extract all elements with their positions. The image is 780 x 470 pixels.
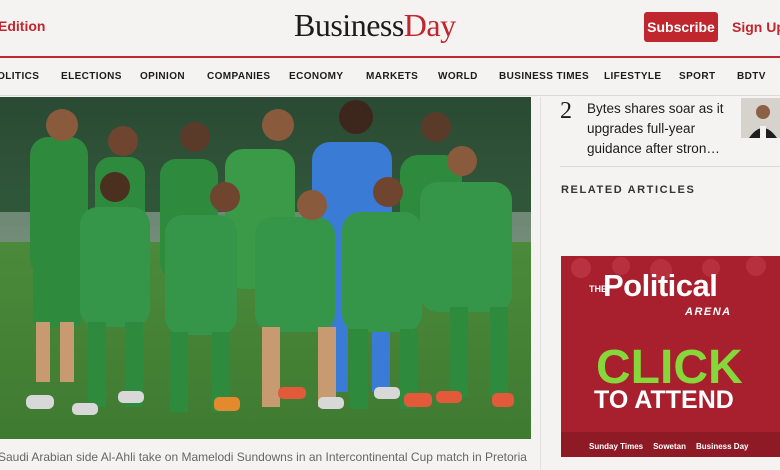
site-header: Edition BusinessDay Subscribe Sign Up xyxy=(0,0,780,56)
ad-arena-label: ARENA xyxy=(685,306,732,318)
site-logo[interactable]: BusinessDay xyxy=(294,7,456,44)
edition-selector[interactable]: Edition xyxy=(0,18,45,34)
sidebar-separator xyxy=(560,166,780,167)
nav-item-companies[interactable]: COMPANIES xyxy=(207,71,270,82)
nav-item-business-times[interactable]: BUSINESS TIMES xyxy=(499,71,589,82)
sunday-times-logo: Sunday Times xyxy=(589,442,644,451)
trending-rank: 2 xyxy=(560,98,572,124)
nav-item-politics[interactable]: POLITICS xyxy=(0,71,39,82)
logo-part-business: Business xyxy=(294,7,404,43)
ad-attend-label: TO ATTEND xyxy=(594,386,734,414)
signup-link[interactable]: Sign Up xyxy=(732,19,780,35)
sowetan-logo: Sowetan xyxy=(653,442,686,451)
nav-item-world[interactable]: WORLD xyxy=(438,71,478,82)
main-nav: POLITICS ELECTIONS OPINION COMPANIES ECO… xyxy=(0,58,780,96)
nav-item-opinion[interactable]: OPINION xyxy=(140,71,185,82)
nav-item-markets[interactable]: MARKETS xyxy=(366,71,418,82)
logo-part-day: Day xyxy=(403,7,456,43)
column-divider xyxy=(540,97,541,470)
trending-article-link[interactable]: Bytes shares soar as it upgrades full-ye… xyxy=(587,99,735,159)
political-arena-ad[interactable]: THE Political ARENA CLICK TO ATTEND Sund… xyxy=(561,256,780,457)
nav-item-elections[interactable]: ELECTIONS xyxy=(61,71,122,82)
ad-sponsor-logos: Sunday Times Sowetan Business Day xyxy=(561,436,780,457)
subscribe-button[interactable]: Subscribe xyxy=(644,12,718,42)
nav-item-sport[interactable]: SPORT xyxy=(679,71,715,82)
hero-image[interactable] xyxy=(0,97,531,439)
hero-caption: Saudi Arabian side Al-Ahli take on Mamel… xyxy=(0,450,527,470)
nav-item-bdtv[interactable]: BDTV xyxy=(737,71,766,82)
person-photo-icon xyxy=(741,98,780,138)
business-day-logo: Business Day xyxy=(696,442,749,451)
trending-thumbnail[interactable] xyxy=(741,98,780,138)
related-articles-heading: RELATED ARTICLES xyxy=(561,184,696,196)
nav-item-lifestyle[interactable]: LIFESTYLE xyxy=(604,71,662,82)
team-photo xyxy=(0,97,531,439)
nav-item-economy[interactable]: ECONOMY xyxy=(289,71,343,82)
ad-political-label: Political xyxy=(603,268,718,303)
